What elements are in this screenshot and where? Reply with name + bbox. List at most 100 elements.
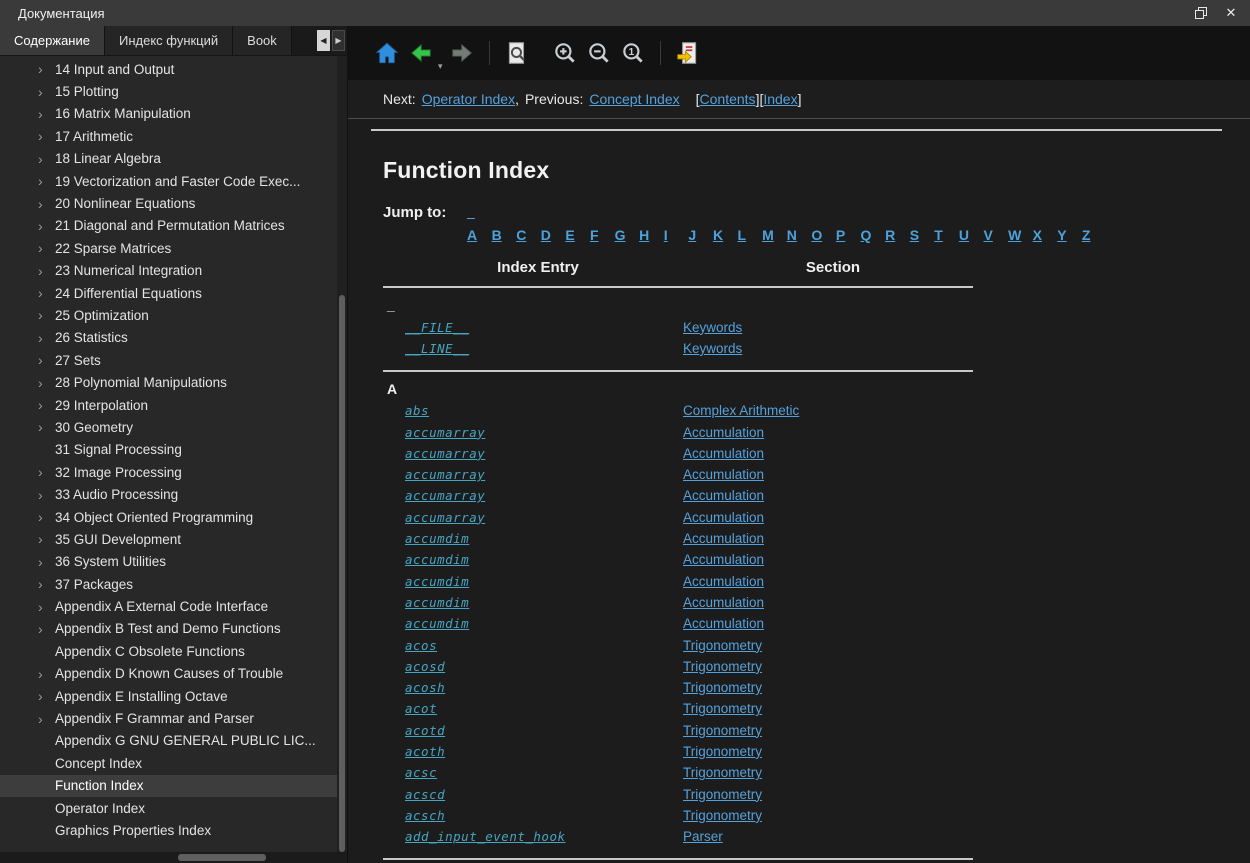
section-link[interactable]: Keywords <box>683 320 742 335</box>
jump-letter-link[interactable]: Z <box>1082 227 1107 243</box>
section-link[interactable]: Accumulation <box>683 595 764 610</box>
section-link[interactable]: Trigonometry <box>683 744 762 759</box>
function-entry-link[interactable]: acsc <box>405 765 437 780</box>
tree-item[interactable]: › Appendix B Test and Demo Functions <box>0 618 347 640</box>
function-entry-link[interactable]: abs <box>405 403 429 418</box>
section-link[interactable]: Accumulation <box>683 446 764 461</box>
jump-letter-link[interactable]: G <box>615 227 640 243</box>
tab-scroll-left-icon[interactable]: ◀ <box>317 30 330 51</box>
panel-tab[interactable]: Содержание <box>0 26 105 55</box>
section-link[interactable]: Accumulation <box>683 531 764 546</box>
tree-item[interactable]: › 18 Linear Algebra <box>0 148 347 170</box>
chevron-right-icon[interactable]: › <box>38 689 55 703</box>
tree-item[interactable]: › 20 Nonlinear Equations <box>0 192 347 214</box>
chevron-right-icon[interactable]: › <box>38 129 55 143</box>
function-entry-link[interactable]: accumarray <box>405 446 485 461</box>
section-link[interactable]: Complex Arithmetic <box>683 403 799 418</box>
chevron-right-icon[interactable]: › <box>38 174 55 188</box>
section-link[interactable]: Trigonometry <box>683 787 762 802</box>
jump-letter-link[interactable]: K <box>713 227 738 243</box>
chevron-right-icon[interactable]: › <box>38 510 55 524</box>
tree-item[interactable]: › Appendix A External Code Interface <box>0 595 347 617</box>
chevron-right-icon[interactable]: › <box>38 555 55 569</box>
tree-item[interactable]: › Concept Index <box>0 752 347 774</box>
forward-button[interactable] <box>445 37 479 69</box>
tree-item[interactable]: › 32 Image Processing <box>0 461 347 483</box>
jump-letter-link[interactable]: A <box>467 227 492 243</box>
tree-item[interactable]: › 23 Numerical Integration <box>0 260 347 282</box>
function-entry-link[interactable]: acotd <box>405 723 445 738</box>
chevron-right-icon[interactable]: › <box>38 420 55 434</box>
tree-item[interactable]: › 28 Polynomial Manipulations <box>0 371 347 393</box>
chevron-right-icon[interactable]: › <box>38 107 55 121</box>
chevron-right-icon[interactable]: › <box>38 398 55 412</box>
chevron-right-icon[interactable]: › <box>38 241 55 255</box>
tree-item[interactable]: › 14 Input and Output <box>0 58 347 80</box>
chevron-right-icon[interactable]: › <box>38 600 55 614</box>
chevron-right-icon[interactable]: › <box>38 286 55 300</box>
jump-letter-link[interactable]: R <box>885 227 910 243</box>
tree-item[interactable]: › 19 Vectorization and Faster Code Exec.… <box>0 170 347 192</box>
function-entry-link[interactable]: accumdim <box>405 595 469 610</box>
tree-item[interactable]: › 15 Plotting <box>0 80 347 102</box>
tree-item[interactable]: › Appendix C Obsolete Functions <box>0 640 347 662</box>
jump-letter-link[interactable]: E <box>565 227 590 243</box>
tree-item[interactable]: › 36 System Utilities <box>0 551 347 573</box>
bookmark-button[interactable] <box>671 37 705 69</box>
tree-vertical-scrollbar[interactable] <box>337 56 347 852</box>
back-button[interactable] <box>404 37 438 69</box>
tree-item[interactable]: › 29 Interpolation <box>0 394 347 416</box>
tree-item[interactable]: › 34 Object Oriented Programming <box>0 506 347 528</box>
previous-link[interactable]: Concept Index <box>589 91 679 107</box>
chevron-right-icon[interactable]: › <box>38 353 55 367</box>
tree-item[interactable]: › 33 Audio Processing <box>0 483 347 505</box>
chevron-right-icon[interactable]: › <box>38 219 55 233</box>
section-link[interactable]: Accumulation <box>683 467 764 482</box>
tree-horizontal-scrollbar[interactable] <box>0 852 347 863</box>
jump-letter-link[interactable]: Y <box>1057 227 1082 243</box>
function-entry-link[interactable]: add_input_event_hook <box>405 829 566 844</box>
jump-letter-link[interactable]: L <box>738 227 763 243</box>
contents-link[interactable]: Contents <box>700 91 756 107</box>
function-entry-link[interactable]: acosd <box>405 659 445 674</box>
chevron-right-icon[interactable]: › <box>38 712 55 726</box>
chevron-right-icon[interactable]: › <box>38 622 55 636</box>
jump-letter-link[interactable]: J <box>688 227 713 243</box>
index-link[interactable]: Index <box>763 91 797 107</box>
tree-item[interactable]: › 22 Sparse Matrices <box>0 237 347 259</box>
function-entry-link[interactable]: acoth <box>405 744 445 759</box>
jump-letter-link[interactable]: B <box>492 227 517 243</box>
tree-item[interactable]: › 27 Sets <box>0 349 347 371</box>
function-entry-link[interactable]: accumdim <box>405 552 469 567</box>
function-entry-link[interactable]: accumdim <box>405 616 469 631</box>
zoom-out-button[interactable] <box>582 37 616 69</box>
jump-letter-link[interactable]: O <box>811 227 836 243</box>
jump-letter-link[interactable]: M <box>762 227 787 243</box>
function-entry-link[interactable]: accumarray <box>405 425 485 440</box>
chevron-right-icon[interactable]: › <box>38 264 55 278</box>
panel-tab[interactable]: Book <box>233 26 292 55</box>
chevron-right-icon[interactable]: › <box>38 465 55 479</box>
chevron-right-icon[interactable]: › <box>38 667 55 681</box>
section-link[interactable]: Trigonometry <box>683 638 762 653</box>
chevron-right-icon[interactable]: › <box>38 532 55 546</box>
jump-underscore-link[interactable]: _ <box>467 204 475 220</box>
chevron-right-icon[interactable]: › <box>38 85 55 99</box>
tree-item[interactable]: › Appendix E Installing Octave <box>0 685 347 707</box>
tree-item[interactable]: › Function Index <box>0 775 347 797</box>
tree-item[interactable]: › Appendix F Grammar and Parser <box>0 707 347 729</box>
jump-letter-link[interactable]: T <box>934 227 959 243</box>
function-entry-link[interactable]: accumarray <box>405 488 485 503</box>
chevron-right-icon[interactable]: › <box>38 152 55 166</box>
section-link[interactable]: Accumulation <box>683 616 764 631</box>
tree-item[interactable]: › 26 Statistics <box>0 327 347 349</box>
home-button[interactable] <box>370 37 404 69</box>
jump-letter-link[interactable]: P <box>836 227 861 243</box>
section-link[interactable]: Accumulation <box>683 510 764 525</box>
chevron-right-icon[interactable]: › <box>38 62 55 76</box>
section-link[interactable]: Trigonometry <box>683 680 762 695</box>
jump-letter-link[interactable]: U <box>959 227 984 243</box>
jump-letter-link[interactable]: I <box>664 227 689 243</box>
tree-item[interactable]: › 16 Matrix Manipulation <box>0 103 347 125</box>
section-link[interactable]: Accumulation <box>683 574 764 589</box>
